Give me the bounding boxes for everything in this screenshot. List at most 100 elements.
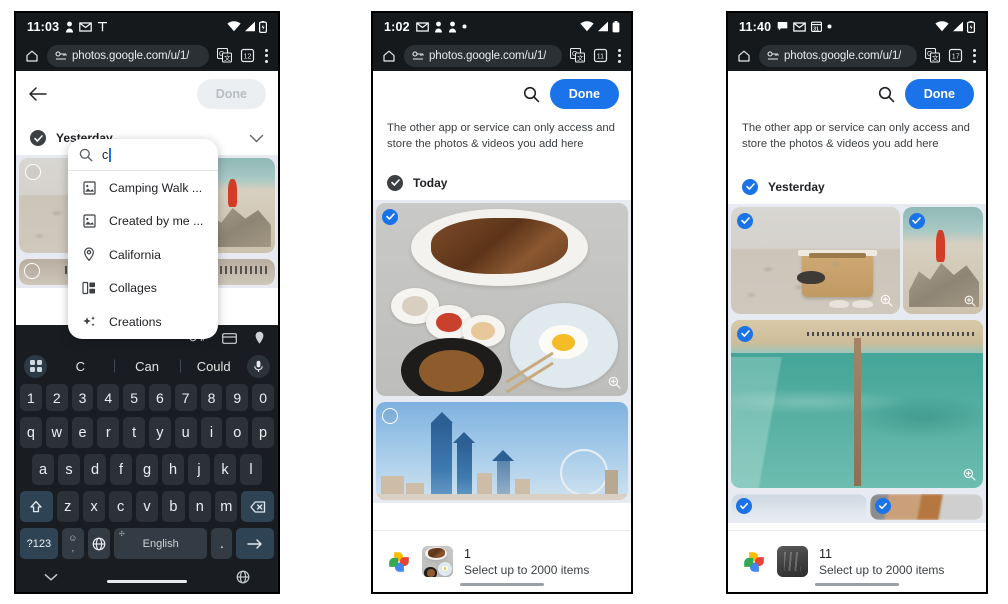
google-translate-icon[interactable]: G文 bbox=[570, 48, 585, 63]
zoom-in-icon[interactable] bbox=[880, 294, 893, 307]
home-icon[interactable] bbox=[382, 49, 396, 63]
keyboard-suggestion-2[interactable]: Could bbox=[180, 359, 247, 374]
three-dot-menu-icon[interactable] bbox=[616, 48, 622, 63]
key-c[interactable]: c bbox=[109, 491, 132, 522]
key-6[interactable]: 6 bbox=[149, 384, 171, 411]
photo-select-checkbox[interactable] bbox=[736, 497, 752, 514]
key-x[interactable]: x bbox=[82, 491, 106, 522]
photo-select-checkbox[interactable] bbox=[737, 212, 753, 229]
enter-arrow-icon[interactable] bbox=[236, 528, 274, 559]
google-translate-icon[interactable]: G文 bbox=[217, 48, 232, 63]
key-v[interactable]: v bbox=[135, 491, 159, 522]
home-indicator[interactable] bbox=[460, 582, 544, 586]
keyboard-hide-icon[interactable] bbox=[44, 573, 58, 582]
key-h[interactable]: h bbox=[162, 454, 184, 485]
key-g[interactable]: g bbox=[136, 454, 158, 485]
zoom-in-icon[interactable] bbox=[608, 376, 621, 389]
search-input[interactable]: c bbox=[68, 139, 218, 171]
key-e[interactable]: e bbox=[71, 417, 94, 448]
globe-icon[interactable] bbox=[236, 570, 250, 584]
key-8[interactable]: 8 bbox=[200, 384, 223, 411]
url-input[interactable]: photos.google.com/u/1/ bbox=[759, 44, 917, 67]
shift-arrow-icon[interactable] bbox=[20, 491, 53, 522]
home-icon[interactable] bbox=[25, 49, 39, 63]
photo-cell-beachbag[interactable] bbox=[731, 206, 900, 314]
back-arrow-icon[interactable] bbox=[28, 86, 47, 102]
key-7[interactable]: 7 bbox=[174, 384, 197, 411]
key-q[interactable]: q bbox=[20, 417, 42, 448]
photo-cell-city[interactable] bbox=[376, 401, 628, 500]
period-key[interactable]: . bbox=[211, 528, 233, 559]
home-indicator[interactable] bbox=[107, 579, 187, 583]
key-n[interactable]: n bbox=[188, 491, 212, 522]
key-z[interactable]: z bbox=[56, 491, 79, 522]
key-t[interactable]: t bbox=[123, 417, 145, 448]
tab-count-icon[interactable]: 12 bbox=[240, 48, 255, 63]
browser-url-bar[interactable]: photos.google.com/u/1/ G文 12 bbox=[16, 40, 278, 71]
done-button[interactable]: Done bbox=[196, 79, 266, 109]
photo-cell-food[interactable] bbox=[376, 202, 628, 396]
card-icon[interactable] bbox=[222, 332, 237, 344]
microphone-icon[interactable] bbox=[247, 354, 270, 378]
day-header-today[interactable]: Today bbox=[373, 152, 631, 200]
key-0[interactable]: 0 bbox=[252, 384, 274, 411]
photo-cell-pier[interactable] bbox=[731, 319, 983, 488]
key-s[interactable]: s bbox=[58, 454, 80, 485]
photo-select-circle[interactable] bbox=[25, 164, 41, 180]
photo-cell-rocks[interactable] bbox=[902, 206, 983, 314]
photo-cell-partial-1[interactable] bbox=[731, 493, 867, 520]
day-header-yesterday[interactable]: Yesterday bbox=[728, 152, 986, 204]
backspace-icon[interactable] bbox=[241, 491, 274, 522]
day-select-checkbox[interactable] bbox=[742, 178, 758, 195]
photo-select-circle[interactable] bbox=[24, 263, 40, 279]
day-select-checkbox[interactable] bbox=[387, 174, 403, 191]
suggestion-item-created-by-me[interactable]: Created by me ... bbox=[68, 205, 218, 239]
browser-url-bar[interactable]: photos.google.com/u/1/ G文 11 bbox=[373, 40, 631, 71]
keyboard-apps-icon[interactable] bbox=[24, 354, 47, 378]
key-m[interactable]: m bbox=[215, 491, 238, 522]
keyboard-suggestion-1[interactable]: Can bbox=[114, 359, 181, 374]
key-y[interactable]: y bbox=[149, 417, 171, 448]
key-l[interactable]: l bbox=[240, 454, 262, 485]
space-key[interactable]: ✣ English bbox=[113, 528, 208, 559]
key-9[interactable]: 9 bbox=[226, 384, 249, 411]
url-input[interactable]: photos.google.com/u/1/ bbox=[404, 44, 562, 67]
url-input[interactable]: photos.google.com/u/1/ bbox=[47, 44, 209, 67]
done-button[interactable]: Done bbox=[904, 79, 974, 109]
symbols-key[interactable]: ?123 bbox=[20, 528, 58, 559]
key-p[interactable]: p bbox=[252, 417, 274, 448]
photo-select-checkbox[interactable] bbox=[382, 208, 398, 225]
key-1[interactable]: 1 bbox=[20, 384, 42, 411]
key-d[interactable]: d bbox=[84, 454, 106, 485]
key-o[interactable]: o bbox=[226, 417, 249, 448]
key-w[interactable]: w bbox=[45, 417, 68, 448]
chevron-down-icon[interactable] bbox=[249, 134, 264, 143]
day-select-checkbox[interactable] bbox=[30, 130, 46, 146]
suggestion-item-creations[interactable]: Creations bbox=[68, 305, 218, 339]
key-u[interactable]: u bbox=[174, 417, 197, 448]
zoom-in-icon[interactable] bbox=[964, 295, 976, 307]
tab-count-icon[interactable]: 17 bbox=[948, 48, 963, 63]
photo-select-checkbox[interactable] bbox=[908, 212, 925, 229]
key-3[interactable]: 3 bbox=[71, 384, 94, 411]
suggestion-item-california[interactable]: California bbox=[68, 238, 218, 272]
photo-select-circle[interactable] bbox=[382, 407, 398, 424]
home-icon[interactable] bbox=[737, 49, 751, 63]
location-pin-icon[interactable] bbox=[254, 331, 265, 345]
three-dot-menu-icon[interactable] bbox=[971, 48, 977, 63]
key-4[interactable]: 4 bbox=[97, 384, 120, 411]
search-icon[interactable] bbox=[523, 86, 540, 103]
key-r[interactable]: r bbox=[97, 417, 120, 448]
done-button[interactable]: Done bbox=[549, 79, 619, 109]
key-2[interactable]: 2 bbox=[45, 384, 68, 411]
search-icon[interactable] bbox=[878, 86, 895, 103]
key-5[interactable]: 5 bbox=[123, 384, 145, 411]
suggestion-item-camping-walk[interactable]: Camping Walk ... bbox=[68, 171, 218, 205]
key-j[interactable]: j bbox=[188, 454, 210, 485]
globe-icon[interactable] bbox=[87, 528, 110, 559]
selected-thumbnail[interactable] bbox=[422, 546, 453, 577]
key-f[interactable]: f bbox=[110, 454, 132, 485]
photo-cell-partial-2[interactable] bbox=[869, 493, 983, 520]
zoom-in-icon[interactable] bbox=[963, 468, 976, 481]
three-dot-menu-icon[interactable] bbox=[263, 48, 269, 63]
